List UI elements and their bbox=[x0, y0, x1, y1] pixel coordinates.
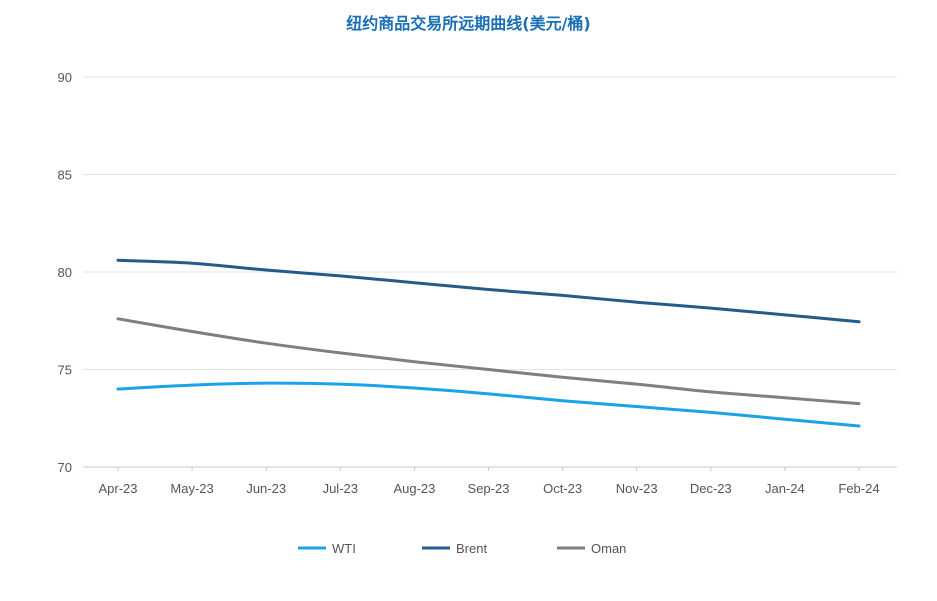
series-line-oman bbox=[116, 317, 861, 406]
legend-label: Oman bbox=[591, 541, 626, 556]
legend-label: WTI bbox=[332, 541, 356, 556]
axes: 70 75 80 85 90 Apr-23 May-23 Jun-23 Jul-23 Aug-23… bbox=[58, 70, 880, 496]
y-tick-label: 70 bbox=[58, 460, 72, 475]
chart-container: 纽约商品交易所远期曲线(美元/桶) 70 75 80 85 90 Apr-23 May-23… bbox=[0, 0, 937, 601]
x-tick-label: Apr-23 bbox=[98, 481, 137, 496]
x-tick-label: Jun-23 bbox=[246, 481, 286, 496]
y-tick-label: 85 bbox=[58, 168, 72, 183]
legend: WTI Brent Oman bbox=[298, 541, 626, 556]
x-tick-label: Sep-23 bbox=[468, 481, 510, 496]
y-tick-label: 80 bbox=[58, 265, 72, 280]
chart-svg: 70 75 80 85 90 Apr-23 May-23 Jun-23 Jul-23 Aug-23… bbox=[58, 70, 897, 556]
x-tick-label: Jan-24 bbox=[765, 481, 805, 496]
series-lines bbox=[116, 258, 861, 428]
x-tick-label: Dec-23 bbox=[690, 481, 732, 496]
legend-label: Brent bbox=[456, 541, 487, 556]
x-tick-label: Jul-23 bbox=[323, 481, 358, 496]
x-tick-label: Nov-23 bbox=[616, 481, 658, 496]
y-tick-label: 75 bbox=[58, 363, 72, 378]
gridlines bbox=[83, 76, 897, 468]
legend-item-oman: Oman bbox=[557, 541, 626, 556]
legend-item-brent: Brent bbox=[422, 541, 487, 556]
y-tick-label: 90 bbox=[58, 70, 72, 85]
x-tick-label: Oct-23 bbox=[543, 481, 582, 496]
x-tick-label: Aug-23 bbox=[393, 481, 435, 496]
x-tick-label: Feb-24 bbox=[838, 481, 879, 496]
legend-item-wti: WTI bbox=[298, 541, 356, 556]
x-tick-label: May-23 bbox=[170, 481, 213, 496]
series-line-wti bbox=[116, 381, 861, 428]
